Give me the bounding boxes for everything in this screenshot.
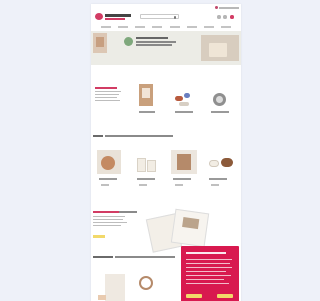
product-image (221, 158, 233, 167)
section-text (93, 219, 123, 221)
section-title (93, 211, 119, 213)
product-price (175, 184, 183, 186)
product-card[interactable] (135, 274, 157, 301)
nav-item[interactable] (169, 26, 180, 28)
product-name (211, 111, 229, 113)
catalog-link-button[interactable] (93, 235, 105, 238)
hero-subline (136, 44, 172, 46)
catalog-image[interactable] (170, 208, 210, 248)
search-input[interactable] (140, 14, 179, 19)
product-card[interactable] (211, 92, 231, 114)
cookie-banner-text (186, 263, 230, 264)
nav-item[interactable] (204, 26, 215, 28)
section-title (93, 256, 113, 258)
brand-logo-wordmark[interactable] (105, 14, 131, 17)
hero-product-image (93, 33, 107, 53)
product-image (137, 158, 146, 172)
hero-banner[interactable] (91, 31, 241, 65)
cookie-banner-text (186, 275, 231, 276)
product-image-detail (142, 88, 150, 98)
hero-badge (124, 37, 133, 46)
product-image (184, 93, 190, 98)
hero-subline (136, 41, 176, 43)
product-card[interactable] (97, 150, 121, 192)
product-name (139, 111, 155, 113)
nav-item[interactable] (152, 26, 163, 28)
section-subtitle (119, 211, 137, 213)
brand-logo-tagline (105, 18, 125, 20)
product-image-detail (216, 96, 223, 103)
section-text (95, 91, 121, 93)
product-card[interactable] (175, 92, 199, 114)
main-navigation (91, 25, 241, 29)
cookie-banner-title (186, 252, 226, 254)
cookie-banner-text (186, 271, 226, 272)
nav-item[interactable] (135, 26, 146, 28)
cookie-banner-text (186, 279, 224, 280)
product-name (137, 178, 155, 180)
cart-icon[interactable] (230, 15, 234, 19)
webshop-page (91, 4, 241, 301)
product-image (105, 274, 125, 301)
account-icon[interactable] (217, 15, 221, 19)
product-price (101, 184, 109, 186)
section-subtitle (105, 135, 173, 137)
product-card[interactable] (139, 84, 159, 114)
section-text (95, 97, 117, 99)
product-image (139, 276, 153, 290)
product-image (209, 160, 219, 167)
search-icon[interactable] (173, 16, 176, 19)
utility-bar-links[interactable] (219, 7, 239, 9)
wishlist-icon[interactable] (223, 15, 227, 19)
brand-logo-icon[interactable] (95, 13, 103, 20)
cookie-banner-text (186, 259, 232, 260)
product-card[interactable] (105, 274, 125, 301)
cookie-consent-banner[interactable] (181, 246, 239, 301)
nav-item[interactable] (221, 26, 232, 28)
section-title (93, 135, 103, 137)
nav-item[interactable] (186, 26, 197, 28)
hero-lifestyle-image (201, 35, 239, 61)
product-name (175, 111, 193, 113)
cookie-banner-text (186, 283, 229, 284)
section-subtitle (115, 256, 175, 258)
section-title (95, 87, 117, 89)
product-image-detail (101, 156, 115, 170)
section-text (93, 222, 127, 224)
product-card[interactable] (171, 150, 197, 192)
product-price (211, 184, 219, 186)
product-card[interactable] (135, 156, 159, 192)
product-image (147, 160, 156, 172)
accept-button[interactable] (186, 294, 202, 298)
hero-headline (136, 37, 168, 39)
section-text (93, 225, 121, 227)
section-text (95, 94, 119, 96)
nav-item[interactable] (100, 26, 111, 28)
product-card[interactable] (207, 156, 237, 192)
section-text (93, 216, 125, 218)
utility-flag-icon[interactable] (215, 6, 218, 9)
product-name (99, 178, 117, 180)
product-name (173, 178, 191, 180)
product-name (209, 178, 227, 180)
settings-button[interactable] (217, 294, 233, 298)
product-price (139, 184, 147, 186)
product-image-detail (177, 154, 191, 170)
cookie-banner-text (186, 267, 232, 268)
product-image (179, 102, 189, 106)
product-image (175, 96, 183, 101)
section-text (95, 100, 120, 102)
recently-viewed-icon[interactable] (98, 295, 106, 300)
nav-item[interactable] (117, 26, 128, 28)
